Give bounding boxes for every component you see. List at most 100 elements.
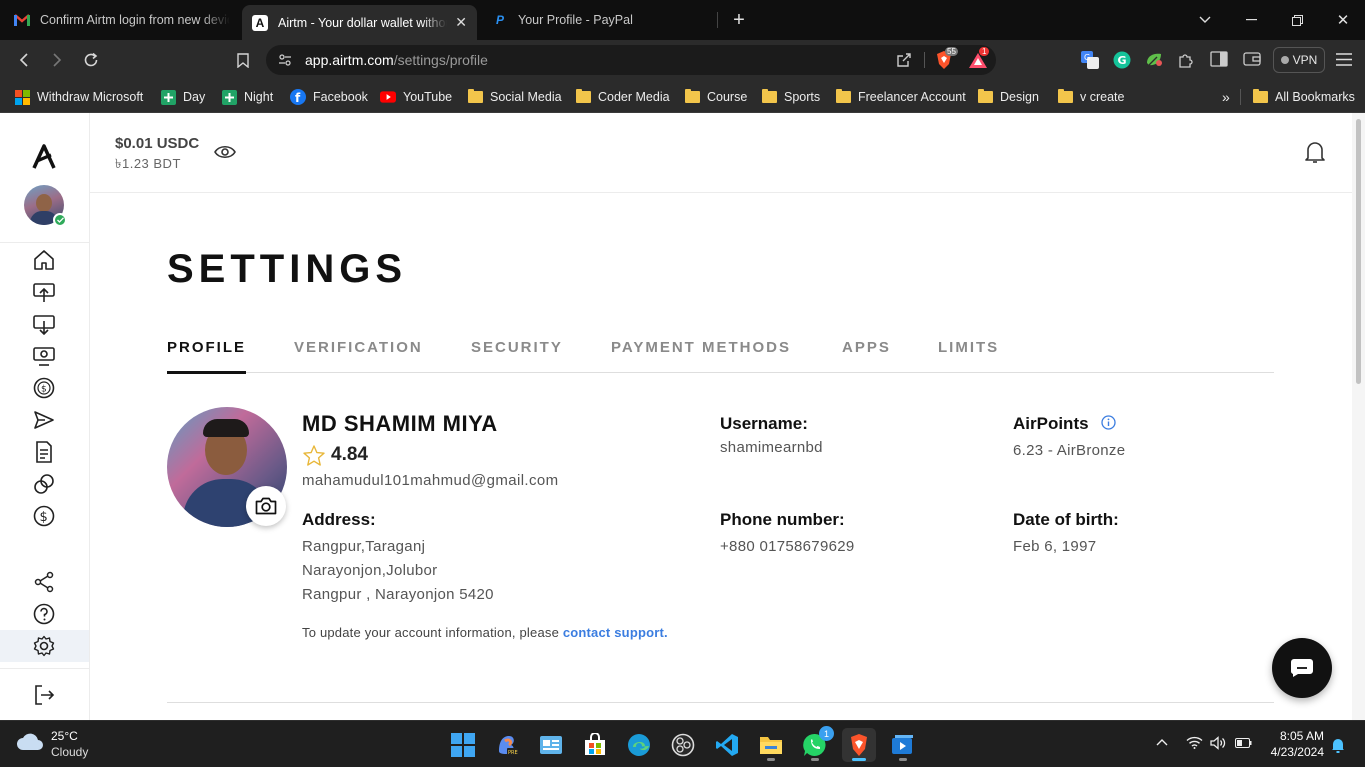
svg-text:$: $ — [40, 510, 48, 525]
media-player-icon[interactable] — [886, 728, 920, 762]
svg-text:G: G — [1084, 53, 1090, 62]
bookmark-v-create[interactable]: v create — [1057, 86, 1124, 108]
logout-icon[interactable] — [31, 682, 57, 708]
forward-button[interactable] — [43, 47, 71, 73]
gmail-icon — [14, 12, 30, 28]
change-photo-button[interactable] — [246, 486, 286, 526]
url-domain: app.airtm.com — [305, 52, 394, 68]
dollar-circle-icon[interactable]: $ — [31, 503, 57, 529]
all-bookmarks-button[interactable]: All Bookmarks — [1252, 86, 1355, 108]
svg-text:$: $ — [41, 385, 47, 395]
notification-bell-icon[interactable] — [1331, 737, 1345, 753]
extensions-puzzle-icon[interactable] — [1177, 51, 1195, 69]
send-icon[interactable] — [31, 407, 57, 433]
svg-text:G: G — [1118, 54, 1127, 67]
chevron-up-icon[interactable] — [1156, 738, 1168, 746]
bookmark-coder-media[interactable]: Coder Media — [575, 86, 670, 108]
bookmark-sports[interactable]: Sports — [761, 86, 820, 108]
document-icon[interactable] — [31, 439, 57, 465]
tab-search-button[interactable] — [1182, 0, 1228, 40]
bookmark-facebook[interactable]: f Facebook — [290, 86, 368, 108]
new-tab-button[interactable]: + — [716, 0, 762, 40]
address-bar[interactable]: app.airtm.com/settings/profile 55 1 — [266, 45, 996, 75]
bookmark-social-media[interactable]: Social Media — [467, 86, 562, 108]
eye-icon[interactable] — [214, 144, 236, 160]
edge-icon[interactable] — [622, 728, 656, 762]
facebook-icon: f — [290, 89, 306, 105]
clock-time[interactable]: 8:05 AM — [1268, 729, 1324, 743]
bookmark-label: v create — [1080, 90, 1125, 104]
translate-icon[interactable]: G — [1081, 51, 1099, 69]
wallet-icon[interactable] — [1243, 51, 1261, 67]
airtm-logo[interactable] — [31, 144, 57, 170]
volume-icon[interactable] — [1210, 736, 1226, 750]
brave-rewards-icon[interactable]: 1 — [968, 47, 990, 69]
file-explorer-icon[interactable] — [754, 728, 788, 762]
info-icon[interactable] — [1101, 415, 1116, 430]
brave-shields-icon[interactable]: 55 — [934, 47, 958, 70]
tab-payment-methods[interactable]: PAYMENT METHODS — [611, 339, 791, 356]
bell-icon[interactable] — [1304, 140, 1326, 164]
minimize-button[interactable] — [1228, 0, 1274, 40]
tab-gmail[interactable]: Confirm Airtm login from new device — [4, 5, 240, 35]
page-scrollbar[interactable] — [1352, 113, 1365, 720]
restore-button[interactable] — [1274, 0, 1320, 40]
wifi-icon[interactable] — [1186, 736, 1203, 749]
more-bookmarks-chevron-icon[interactable]: » — [1222, 86, 1230, 108]
bookmark-withdraw-microsoft[interactable]: Withdraw Microsoft — [14, 86, 143, 108]
omnibox-divider — [924, 52, 925, 68]
bookmark-night[interactable]: Night — [221, 86, 273, 108]
tab-airtm[interactable]: A Airtm - Your dollar wallet without ✕ — [242, 5, 477, 40]
help-icon[interactable] — [31, 601, 57, 627]
copilot-icon[interactable]: PRE — [490, 728, 524, 762]
site-settings-icon[interactable] — [278, 53, 292, 67]
battery-icon[interactable] — [1235, 738, 1252, 748]
running-indicator — [767, 758, 775, 761]
withdraw-icon[interactable] — [31, 311, 57, 337]
bookmark-design[interactable]: Design — [977, 86, 1039, 108]
bookmark-youtube[interactable]: YouTube — [380, 86, 452, 108]
folder-icon — [1057, 89, 1073, 105]
sidebar-toggle-icon[interactable] — [1210, 51, 1228, 67]
extension-leaf-icon[interactable] — [1145, 51, 1163, 69]
tab-profile[interactable]: PROFILE — [167, 339, 246, 356]
bookmarks-bar: Withdraw Microsoft Day Night f Facebook … — [0, 81, 1365, 113]
share-network-icon[interactable] — [31, 569, 57, 595]
contact-support-link[interactable]: contact support. — [563, 625, 668, 640]
brave-browser-icon[interactable] — [842, 728, 876, 762]
swap-icon[interactable] — [31, 471, 57, 497]
tab-verification[interactable]: VERIFICATION — [294, 339, 423, 356]
widgets-icon[interactable] — [534, 728, 568, 762]
menu-icon[interactable] — [1336, 53, 1352, 66]
tab-security[interactable]: SECURITY — [471, 339, 563, 356]
bookmark-day[interactable]: Day — [160, 86, 205, 108]
clock-date[interactable]: 4/23/2024 — [1262, 745, 1324, 759]
obs-icon[interactable] — [666, 728, 700, 762]
bookmark-freelancer-account[interactable]: Freelancer Account — [835, 86, 966, 108]
reload-button[interactable] — [77, 47, 105, 73]
tab-limits[interactable]: LIMITS — [938, 339, 999, 356]
section-divider — [167, 702, 1274, 703]
whatsapp-icon[interactable]: 1 — [798, 726, 834, 762]
chat-support-button[interactable] — [1272, 638, 1332, 698]
dollar-coin-icon[interactable]: $ — [31, 375, 57, 401]
bookmark-label: Day — [183, 90, 206, 104]
microsoft-store-icon[interactable] — [578, 728, 612, 762]
grammarly-icon[interactable]: G — [1113, 51, 1131, 69]
home-icon[interactable] — [31, 247, 57, 273]
vpn-button[interactable]: VPN — [1273, 47, 1325, 73]
exchange-icon[interactable] — [31, 343, 57, 369]
back-button[interactable] — [10, 47, 38, 73]
bookmark-course[interactable]: Course — [684, 86, 747, 108]
tab-apps[interactable]: APPS — [842, 339, 891, 356]
windows-start-icon[interactable] — [446, 728, 480, 762]
share-icon[interactable] — [896, 52, 912, 68]
scrollbar-thumb[interactable] — [1356, 119, 1361, 384]
vscode-icon[interactable] — [710, 728, 744, 762]
close-icon[interactable]: ✕ — [455, 14, 467, 31]
add-funds-icon[interactable] — [31, 279, 57, 305]
gear-icon[interactable] — [31, 633, 57, 659]
close-window-button[interactable]: ✕ — [1320, 0, 1365, 40]
bookmark-icon[interactable] — [229, 47, 257, 73]
tab-paypal[interactable]: P Your Profile - PayPal — [482, 5, 712, 35]
